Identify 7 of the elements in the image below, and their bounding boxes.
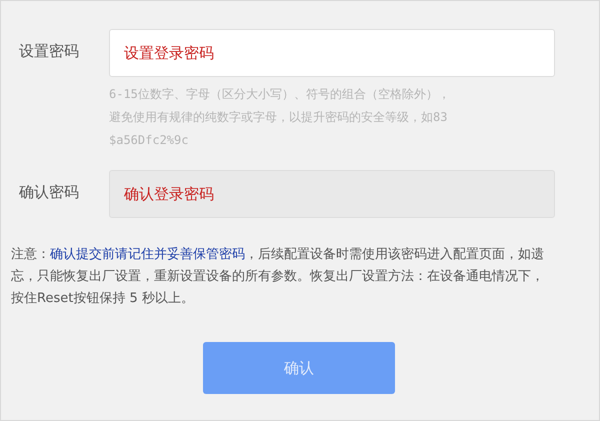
field-label: 设置密码 bbox=[19, 41, 80, 61]
hint-text: 6-15位数字、字母（区分大小写）、符号的组合（空格除外）， bbox=[109, 86, 451, 103]
note-text: 注意：确认提交前请记住并妥善保管密码，后续配置设备时需使用该密码进入配置页面，如遗忘，只能恢复出厂设置，重新设置设备的所有参数。恢复出厂设置方法：在设备通电情况下，按住Reset按钮保持 5 秒以上。 bbox=[11, 246, 545, 308]
hint-text: $a56Dfc2%9c bbox=[109, 132, 190, 149]
field-label: 确认密码 bbox=[19, 182, 80, 202]
hint-text: 避免使用有规律的纯数字或字母，以提升密码的安全等级，如83 bbox=[109, 109, 448, 126]
password-field[interactable]: 设置登录密码 bbox=[109, 29, 555, 77]
